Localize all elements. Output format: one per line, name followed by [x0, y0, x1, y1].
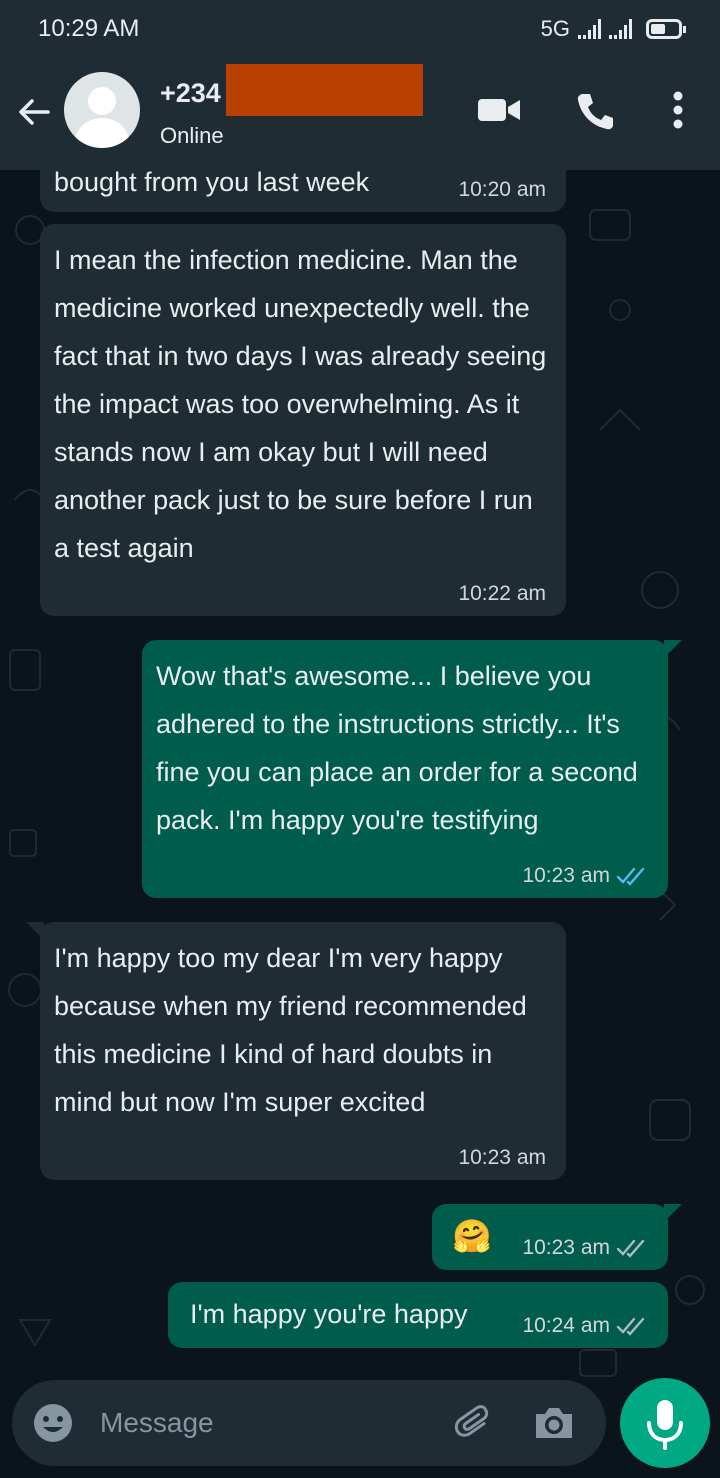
network-type: 5G	[540, 16, 570, 41]
message-time: 10:22 am	[458, 582, 546, 605]
chat-header: +234 Online	[0, 58, 720, 170]
message-meta: 10:22 am	[458, 582, 546, 606]
attach-icon[interactable]	[454, 1402, 496, 1449]
more-options-icon[interactable]	[668, 88, 688, 137]
video-call-icon[interactable]	[476, 90, 522, 135]
message-time: 10:23 am	[522, 864, 610, 887]
message-meta: 10:23 am	[522, 864, 648, 888]
signal-icon	[609, 19, 632, 39]
message-text: I'm happy too my dear I'm very happy bec…	[54, 943, 527, 1117]
emoji-icon[interactable]	[32, 1402, 74, 1449]
message-meta: 10:23 am	[522, 1236, 648, 1260]
contact-name[interactable]: +234	[160, 78, 221, 109]
message-text: Wow that's awesome... I believe you adhe…	[156, 661, 638, 835]
message-incoming[interactable]: I'm happy too my dear I'm very happy bec…	[26, 922, 566, 1180]
back-arrow-icon[interactable]	[14, 92, 54, 132]
message-meta: 10:23 am	[458, 1146, 546, 1170]
message-text: I'm happy you're happy	[190, 1299, 468, 1329]
redaction-block	[226, 64, 423, 116]
message-text: bought from you last week	[54, 170, 370, 197]
message-time: 10:23 am	[458, 1146, 546, 1169]
message-composer	[12, 1380, 606, 1466]
battery-icon	[646, 19, 686, 39]
read-receipt-icon	[616, 867, 645, 886]
message-meta: 10:24 am	[522, 1314, 648, 1338]
bubble-tail	[664, 640, 682, 658]
message-outgoing[interactable]: I'm happy you're happy 10:24 am	[168, 1282, 668, 1348]
message-meta: 10:20 am	[458, 178, 546, 202]
contact-status: Online	[160, 123, 224, 148]
status-time: 10:29 AM	[38, 15, 140, 42]
voice-call-icon[interactable]	[574, 90, 616, 137]
message-outgoing[interactable]: 🤗 10:23 am	[432, 1204, 682, 1270]
status-indicators: 5G	[540, 16, 686, 42]
hugging-face-emoji: 🤗	[452, 1218, 492, 1254]
bubble-tail	[26, 922, 44, 940]
status-bar: 10:29 AM 5G	[0, 0, 720, 58]
avatar-placeholder-icon	[74, 87, 130, 148]
message-incoming[interactable]: bought from you last week 10:20 am	[40, 170, 566, 212]
message-text: I mean the infection medicine. Man the m…	[54, 245, 547, 563]
message-time: 10:20 am	[458, 178, 546, 201]
chat-area[interactable]: bought from you last week 10:20 am I mea…	[0, 170, 720, 1478]
voice-record-button[interactable]	[620, 1378, 710, 1468]
mic-icon	[647, 1400, 683, 1450]
avatar[interactable]	[64, 72, 140, 148]
message-time: 10:24 am	[522, 1314, 610, 1337]
message-incoming[interactable]: I mean the infection medicine. Man the m…	[40, 224, 566, 616]
signal-icon	[578, 19, 601, 39]
delivered-receipt-icon	[616, 1239, 645, 1258]
message-time: 10:23 am	[522, 1236, 610, 1259]
message-outgoing[interactable]: Wow that's awesome... I believe you adhe…	[142, 640, 682, 898]
message-input[interactable]	[100, 1400, 430, 1446]
delivered-receipt-icon	[616, 1317, 645, 1336]
camera-icon[interactable]	[532, 1402, 576, 1449]
bubble-tail	[664, 1204, 682, 1222]
